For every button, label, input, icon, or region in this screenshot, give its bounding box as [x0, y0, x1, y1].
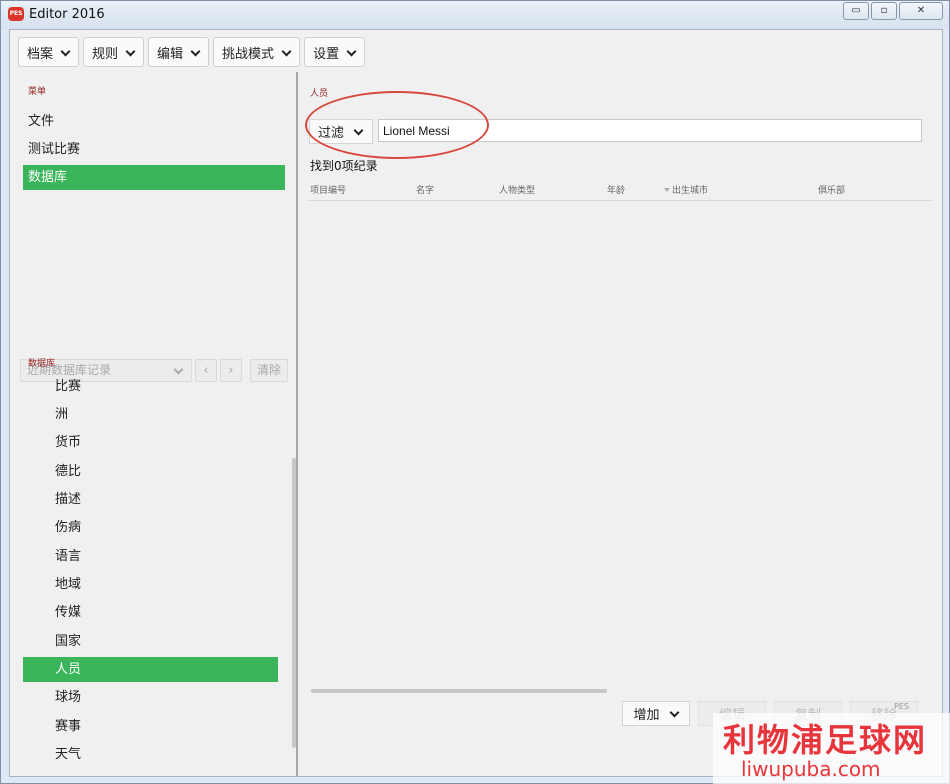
chevron-down-icon [282, 48, 291, 57]
copy-button[interactable]: 复制 [774, 701, 842, 726]
add-dropdown-button[interactable]: 增加 [622, 701, 690, 726]
chevron-down-icon [670, 709, 679, 718]
db-item-events[interactable]: 赛事 [23, 714, 278, 739]
main-toolbar: 档案 规则 编辑 挑战模式 设置 [18, 37, 366, 67]
toolbar-challenge-dropdown[interactable]: 挑战模式 [213, 37, 301, 67]
close-button[interactable]: ✕ [899, 2, 943, 20]
toolbar-label: 档案 [27, 46, 54, 62]
app-logo-icon: PES [8, 7, 24, 21]
chevron-down-icon [354, 127, 363, 136]
left-panel: 菜单 文件 测试比赛 数据库 近期数据库记录 ‹ › 清除 数据库 比赛 洲 货… [16, 74, 296, 774]
search-input[interactable] [378, 119, 922, 142]
db-item-people[interactable]: 人员 [23, 657, 278, 682]
db-item-stadiums[interactable]: 球场 [23, 685, 278, 710]
people-section-title: 人员 [310, 89, 329, 99]
chevron-down-icon [347, 48, 356, 57]
chevron-down-icon [126, 48, 135, 57]
pes-badge: PES [894, 702, 909, 711]
window-controls: ▭ ▫ ✕ [843, 2, 943, 20]
menu-item-file[interactable]: 文件 [23, 109, 285, 134]
menu-item-test-match[interactable]: 测试比赛 [23, 137, 285, 162]
filter-label: 过滤 [318, 126, 345, 141]
db-item-derbies[interactable]: 德比 [23, 459, 278, 484]
toolbar-settings-dropdown[interactable]: 设置 [304, 37, 366, 67]
column-header-person-type[interactable]: 人物类型 [499, 183, 535, 196]
menu-item-database[interactable]: 数据库 [23, 165, 285, 190]
title-bar: PES Editor 2016 ▭ ▫ ✕ [1, 1, 949, 29]
record-actions: 增加 编辑 复制 移除 [622, 701, 918, 726]
column-header-name[interactable]: 名字 [416, 183, 434, 196]
db-item-languages[interactable]: 语言 [23, 544, 278, 569]
chevron-down-icon [61, 48, 70, 57]
window-title: Editor 2016 [29, 7, 105, 22]
column-header-birth-city[interactable]: 出生城市 [664, 183, 708, 196]
people-panel: 人员 过滤 找到0项纪录 项目编号 名字 人物类型 年龄 出生城市 俱乐部 增加 [302, 74, 942, 774]
toolbar-label: 设置 [313, 46, 340, 62]
add-label: 增加 [633, 708, 660, 723]
column-header-club[interactable]: 俱乐部 [818, 183, 845, 196]
db-item-nations[interactable]: 国家 [23, 629, 278, 654]
db-item-media[interactable]: 传媒 [23, 600, 278, 625]
results-table-header: 项目编号 名字 人物类型 年龄 出生城市 俱乐部 [309, 183, 931, 201]
chevron-down-icon [191, 48, 200, 57]
column-header-age[interactable]: 年龄 [607, 183, 625, 196]
db-item-regions[interactable]: 地域 [23, 572, 278, 597]
filter-dropdown[interactable]: 过滤 [309, 119, 373, 144]
toolbar-label: 规则 [92, 46, 119, 62]
db-item-continents[interactable]: 洲 [23, 402, 278, 427]
column-header-birth-city-label: 出生城市 [672, 186, 709, 196]
database-section-header: 数据库 [28, 359, 56, 369]
toolbar-file-dropdown[interactable]: 档案 [18, 37, 80, 67]
maximize-button[interactable]: ▫ [871, 2, 897, 20]
client-area: 档案 规则 编辑 挑战模式 设置 菜单 文件 测试比赛 数据库 近期数据库记录 … [9, 29, 943, 777]
db-item-competitions[interactable]: 比赛 [23, 374, 278, 399]
minimize-button[interactable]: ▭ [843, 2, 869, 20]
app-window: PES Editor 2016 ▭ ▫ ✕ 档案 规则 编辑 挑战模式 设置 菜… [0, 0, 950, 784]
db-item-injuries[interactable]: 伤病 [23, 515, 278, 540]
toolbar-label: 挑战模式 [222, 46, 275, 62]
results-count: 找到0项纪录 [310, 159, 378, 173]
db-item-descriptions[interactable]: 描述 [23, 487, 278, 512]
toolbar-rules-dropdown[interactable]: 规则 [83, 37, 145, 67]
sort-arrow-icon [664, 188, 670, 192]
edit-button[interactable]: 编辑 [698, 701, 766, 726]
panel-splitter[interactable] [296, 72, 298, 776]
column-header-id[interactable]: 项目编号 [310, 183, 346, 196]
db-item-weather[interactable]: 天气 [23, 742, 278, 767]
results-horizontal-scrollbar[interactable] [311, 689, 607, 693]
toolbar-label: 编辑 [157, 46, 184, 62]
db-item-currencies[interactable]: 货币 [23, 430, 278, 455]
toolbar-edit-dropdown[interactable]: 编辑 [148, 37, 210, 67]
menu-section-header: 菜单 [28, 87, 47, 97]
